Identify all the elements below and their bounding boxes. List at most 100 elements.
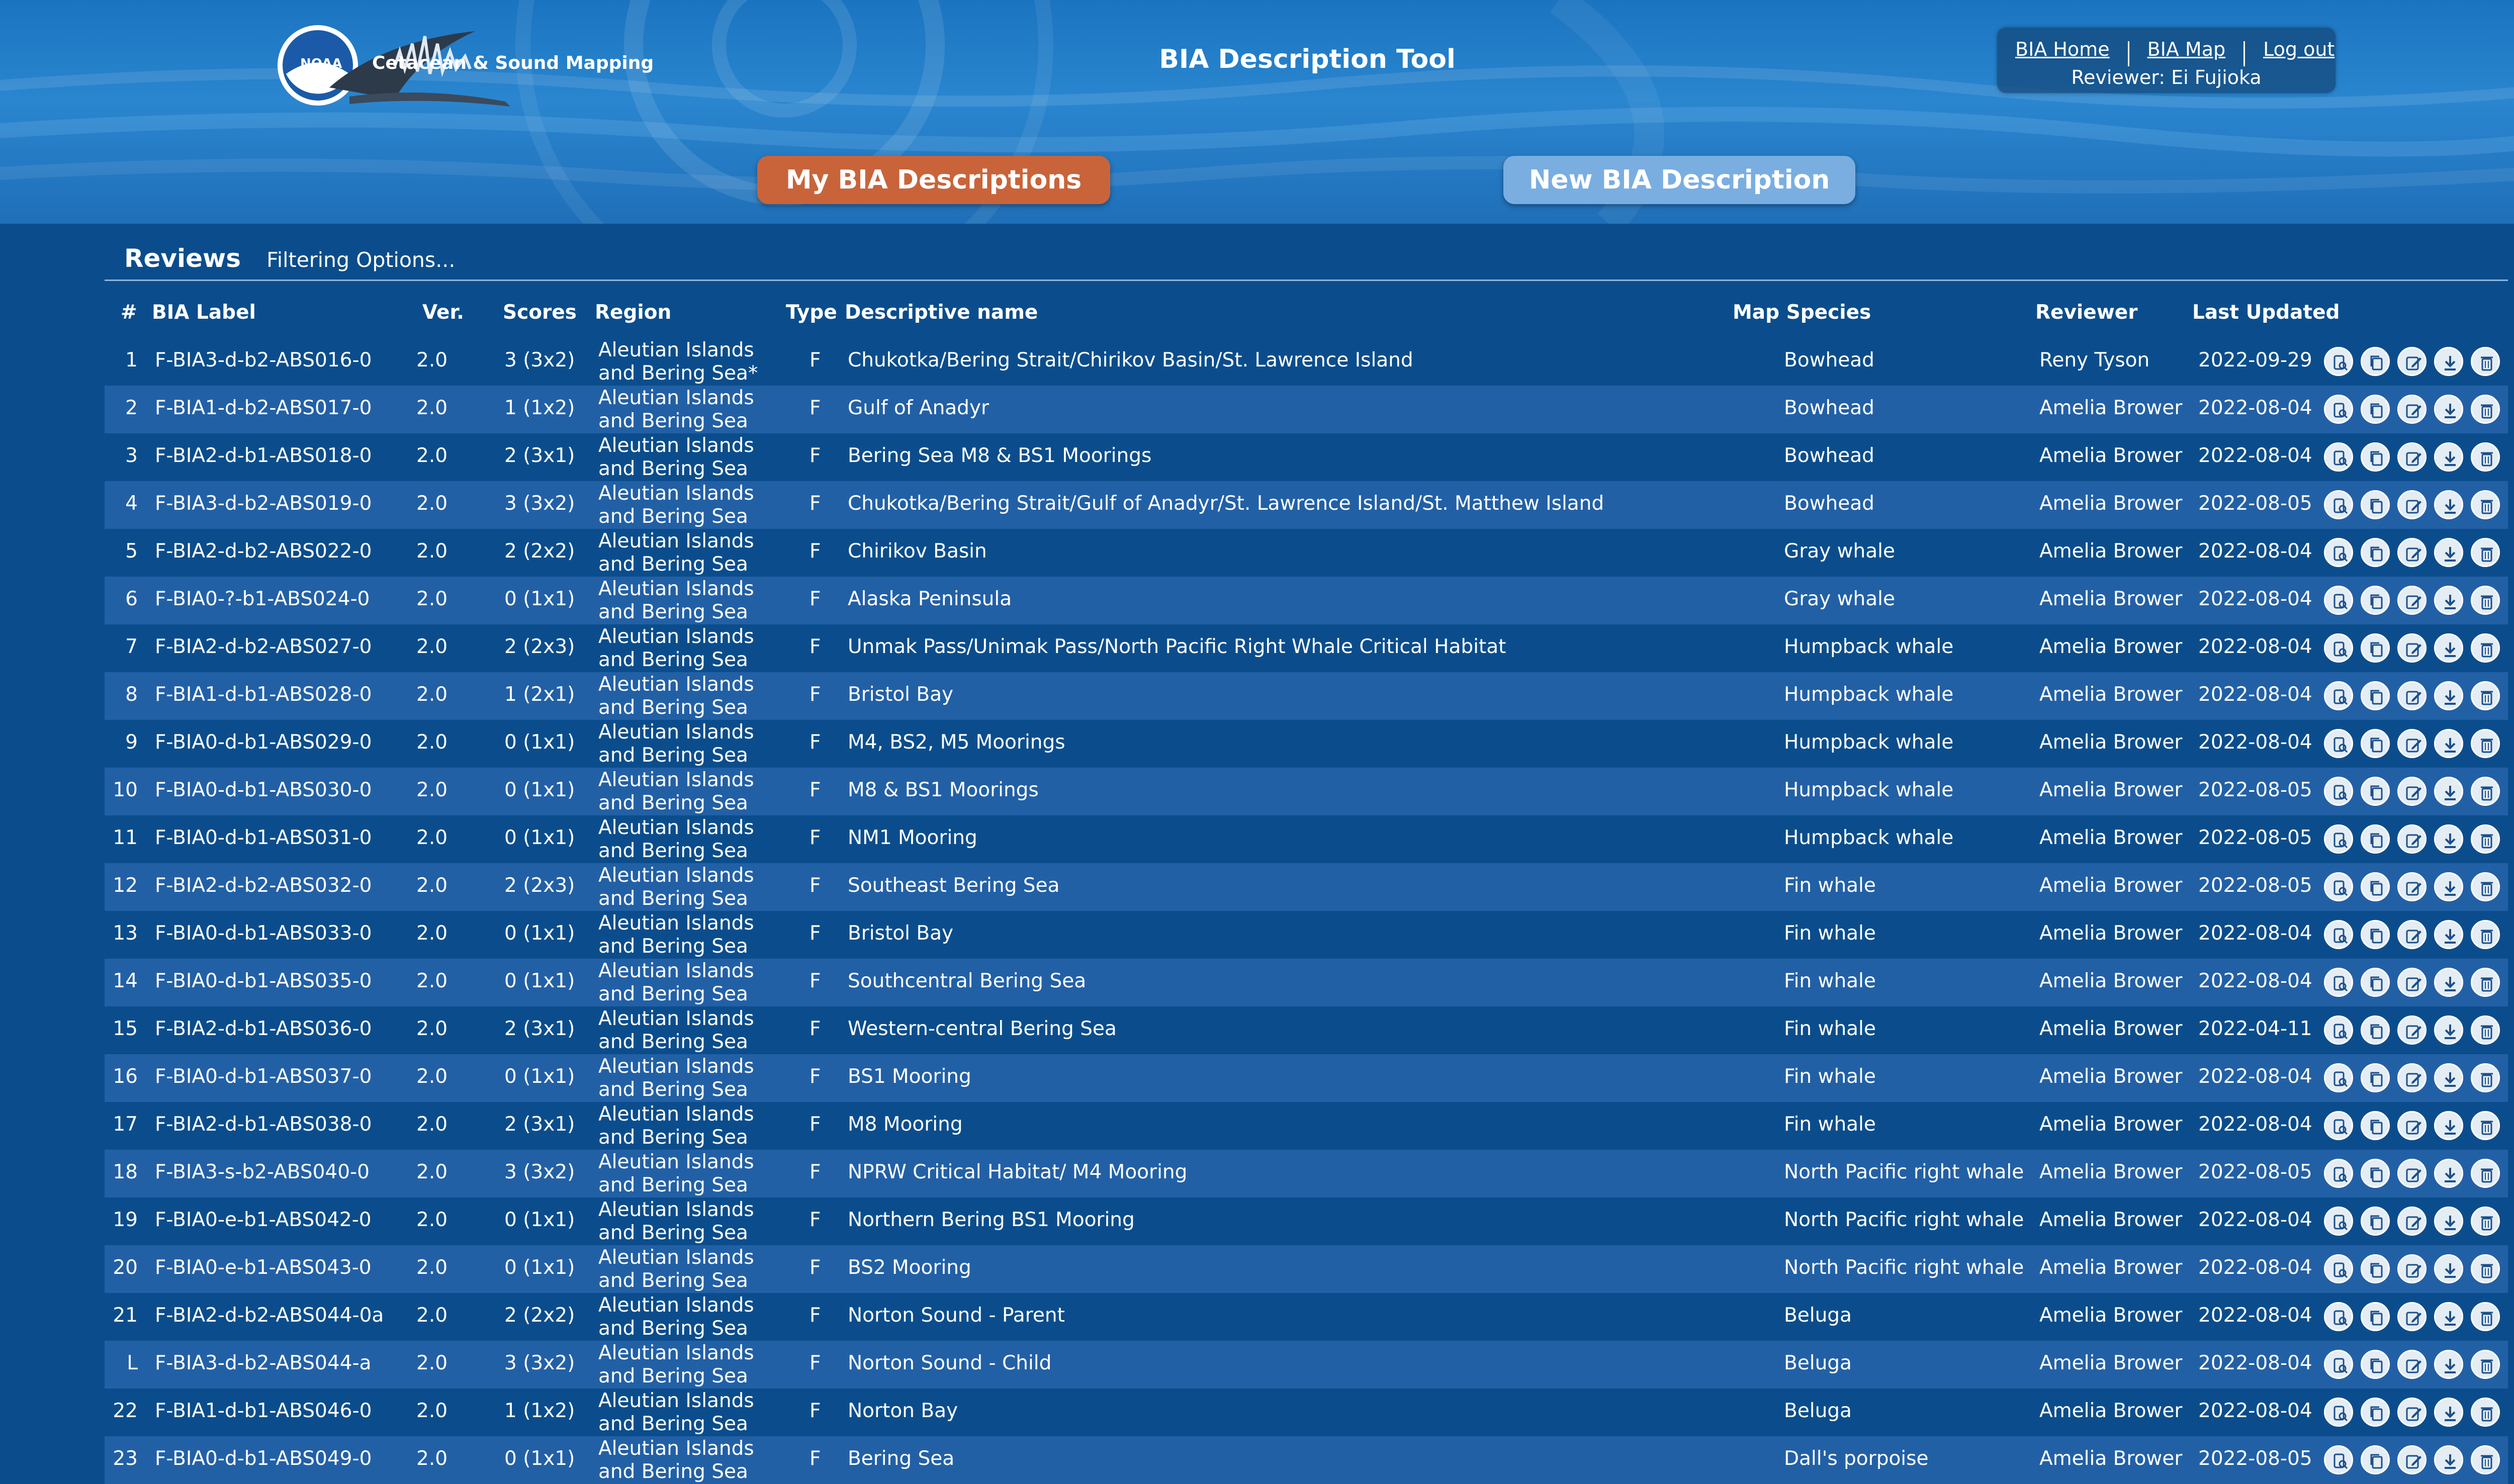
download-button[interactable] [2434, 968, 2463, 997]
view-button[interactable] [2324, 395, 2353, 424]
copy-button[interactable] [2361, 872, 2390, 901]
download-button[interactable] [2434, 1445, 2463, 1474]
col-last-updated[interactable]: Last Updated [2192, 299, 2340, 327]
copy-button[interactable] [2361, 1350, 2390, 1379]
delete-button[interactable] [2471, 1159, 2500, 1188]
delete-button[interactable] [2471, 395, 2500, 424]
copy-button[interactable] [2361, 347, 2390, 376]
delete-button[interactable] [2471, 1015, 2500, 1045]
download-button[interactable] [2434, 1159, 2463, 1188]
table-row[interactable]: 4 F-BIA3-d-b2-ABS019-0 2.0 3 (3x2) Aleutian … [105, 481, 2508, 529]
download-button[interactable] [2434, 681, 2463, 710]
delete-button[interactable] [2471, 729, 2500, 758]
edit-button[interactable] [2397, 442, 2427, 472]
delete-button[interactable] [2471, 538, 2500, 567]
edit-button[interactable] [2397, 1015, 2427, 1045]
col-map-species[interactable]: Map Species [1733, 299, 1871, 327]
view-button[interactable] [2324, 490, 2353, 519]
view-button[interactable] [2324, 1254, 2353, 1283]
download-button[interactable] [2434, 395, 2463, 424]
edit-button[interactable] [2397, 681, 2427, 710]
edit-button[interactable] [2397, 395, 2427, 424]
col-bia-label[interactable]: BIA Label [152, 299, 256, 327]
download-button[interactable] [2434, 586, 2463, 615]
copy-button[interactable] [2361, 442, 2390, 472]
copy-button[interactable] [2361, 1111, 2390, 1140]
edit-button[interactable] [2397, 1445, 2427, 1474]
col-num[interactable]: # [121, 299, 137, 327]
copy-button[interactable] [2361, 777, 2390, 806]
download-button[interactable] [2434, 1398, 2463, 1427]
view-button[interactable] [2324, 633, 2353, 663]
delete-button[interactable] [2471, 1445, 2500, 1474]
col-descriptive-name[interactable]: Descriptive name [845, 299, 1038, 327]
edit-button[interactable] [2397, 1254, 2427, 1283]
view-button[interactable] [2324, 729, 2353, 758]
copy-button[interactable] [2361, 395, 2390, 424]
copy-button[interactable] [2361, 968, 2390, 997]
view-button[interactable] [2324, 1159, 2353, 1188]
table-row[interactable]: 12 F-BIA2-d-b2-ABS032-0 2.0 2 (2x3) Aleutian… [105, 863, 2508, 911]
copy-button[interactable] [2361, 586, 2390, 615]
table-row[interactable]: 6 F-BIA0-?-b1-ABS024-0 2.0 0 (1x1) Aleutian … [105, 577, 2508, 624]
copy-button[interactable] [2361, 490, 2390, 519]
delete-button[interactable] [2471, 633, 2500, 663]
download-button[interactable] [2434, 633, 2463, 663]
download-button[interactable] [2434, 1063, 2463, 1092]
table-row[interactable]: 10 F-BIA0-d-b1-ABS030-0 2.0 0 (1x1) Aleutian… [105, 768, 2508, 815]
table-row[interactable]: 21 F-BIA2-d-b2-ABS044-0a 2.0 2 (2x2) Aleutia… [105, 1293, 2508, 1341]
download-button[interactable] [2434, 490, 2463, 519]
view-button[interactable] [2324, 1302, 2353, 1331]
table-row[interactable]: 9 F-BIA0-d-b1-ABS029-0 2.0 0 (1x1) Aleutian … [105, 720, 2508, 768]
table-row[interactable]: 13 F-BIA0-d-b1-ABS033-0 2.0 0 (1x1) Aleutian… [105, 911, 2508, 959]
cetsound-logo[interactable]: NOAA Cetacean & Sound Mapping [274, 21, 654, 109]
delete-button[interactable] [2471, 1398, 2500, 1427]
edit-button[interactable] [2397, 920, 2427, 949]
download-button[interactable] [2434, 872, 2463, 901]
copy-button[interactable] [2361, 1015, 2390, 1045]
copy-button[interactable] [2361, 1254, 2390, 1283]
download-button[interactable] [2434, 1111, 2463, 1140]
nav-bia-home-link[interactable]: BIA Home [1997, 35, 2128, 64]
view-button[interactable] [2324, 968, 2353, 997]
filtering-options-link[interactable]: Filtering Options... [266, 248, 455, 272]
view-button[interactable] [2324, 1111, 2353, 1140]
delete-button[interactable] [2471, 1350, 2500, 1379]
view-button[interactable] [2324, 442, 2353, 472]
view-button[interactable] [2324, 681, 2353, 710]
edit-button[interactable] [2397, 872, 2427, 901]
table-row[interactable]: 16 F-BIA0-d-b1-ABS037-0 2.0 0 (1x1) Aleutian… [105, 1054, 2508, 1102]
copy-button[interactable] [2361, 1207, 2390, 1236]
view-button[interactable] [2324, 872, 2353, 901]
table-row[interactable]: 1 F-BIA3-d-b2-ABS016-0 2.0 3 (3x2) Aleutian … [105, 338, 2508, 386]
edit-button[interactable] [2397, 347, 2427, 376]
col-type[interactable]: Type [786, 299, 837, 327]
download-button[interactable] [2434, 442, 2463, 472]
view-button[interactable] [2324, 1207, 2353, 1236]
delete-button[interactable] [2471, 777, 2500, 806]
delete-button[interactable] [2471, 347, 2500, 376]
table-row[interactable]: 20 F-BIA0-e-b1-ABS043-0 2.0 0 (1x1) Aleutian… [105, 1245, 2508, 1293]
table-row[interactable]: 19 F-BIA0-e-b1-ABS042-0 2.0 0 (1x1) Aleutian… [105, 1197, 2508, 1245]
delete-button[interactable] [2471, 1111, 2500, 1140]
table-row[interactable]: 3 F-BIA2-d-b1-ABS018-0 2.0 2 (3x1) Aleutian … [105, 433, 2508, 481]
delete-button[interactable] [2471, 1302, 2500, 1331]
table-row[interactable]: 2 F-BIA1-d-b2-ABS017-0 2.0 1 (1x2) Aleutian … [105, 386, 2508, 433]
copy-button[interactable] [2361, 681, 2390, 710]
copy-button[interactable] [2361, 1445, 2390, 1474]
copy-button[interactable] [2361, 824, 2390, 854]
table-row[interactable]: 18 F-BIA3-s-b2-ABS040-0 2.0 3 (3x2) Aleutian… [105, 1150, 2508, 1197]
nav-logout-link[interactable]: Log out [2245, 35, 2353, 64]
download-button[interactable] [2434, 1207, 2463, 1236]
view-button[interactable] [2324, 538, 2353, 567]
delete-button[interactable] [2471, 1063, 2500, 1092]
download-button[interactable] [2434, 920, 2463, 949]
download-button[interactable] [2434, 1302, 2463, 1331]
col-region[interactable]: Region [595, 299, 671, 327]
table-row[interactable]: 23 F-BIA0-d-b1-ABS049-0 2.0 0 (1x1) Aleutian… [105, 1436, 2508, 1484]
delete-button[interactable] [2471, 872, 2500, 901]
delete-button[interactable] [2471, 490, 2500, 519]
edit-button[interactable] [2397, 824, 2427, 854]
edit-button[interactable] [2397, 1063, 2427, 1092]
delete-button[interactable] [2471, 442, 2500, 472]
